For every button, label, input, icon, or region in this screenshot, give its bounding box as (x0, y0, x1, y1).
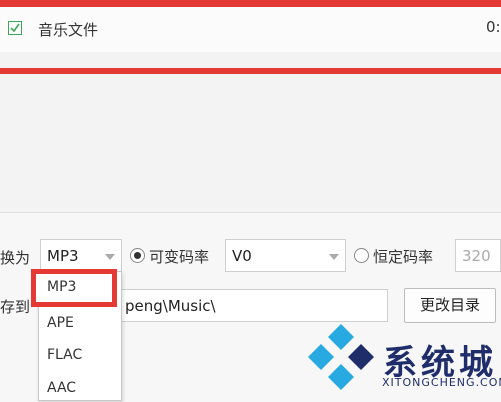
vbr-radio[interactable] (130, 248, 145, 263)
dropdown-option[interactable]: APE (47, 315, 74, 331)
cbr-bitrate-select[interactable]: 320 (455, 239, 501, 272)
file-checkbox[interactable] (8, 21, 22, 35)
change-directory-button[interactable]: 更改目录 (404, 288, 496, 323)
vbr-quality-select[interactable]: V0 (225, 239, 346, 272)
highlight-frame-bottom (0, 68, 501, 74)
dropdown-option[interactable]: MP3 (47, 279, 76, 295)
checkmark-icon (10, 23, 20, 33)
cbr-radio[interactable] (354, 248, 369, 263)
file-name: 音乐文件 (38, 21, 99, 39)
radio-selected-dot (134, 252, 141, 259)
dropdown-option[interactable]: AAC (47, 380, 76, 396)
cbr-label: 恒定码率 (373, 248, 434, 266)
cbr-bitrate-value: 320 (462, 247, 491, 265)
vbr-quality-value: V0 (232, 247, 252, 265)
vbr-label: 可变码率 (149, 248, 210, 266)
dropdown-option[interactable]: FLAC (47, 347, 82, 363)
save-path-input[interactable]: peng\Music\ (120, 289, 388, 322)
convert-label: 换为 (0, 249, 31, 267)
chevron-down-icon (329, 254, 339, 260)
watermark-subtitle: XITONGCHENG.COM (382, 376, 501, 389)
watermark-logo-icon (306, 322, 376, 396)
save-path-value: peng\Music\ (125, 297, 216, 315)
format-select[interactable]: MP3 (40, 239, 122, 272)
chevron-down-icon (105, 254, 115, 260)
format-select-value: MP3 (47, 247, 79, 265)
file-duration: 0: (486, 18, 501, 36)
save-label: 存到 (0, 298, 31, 316)
highlight-frame-top (0, 0, 501, 7)
